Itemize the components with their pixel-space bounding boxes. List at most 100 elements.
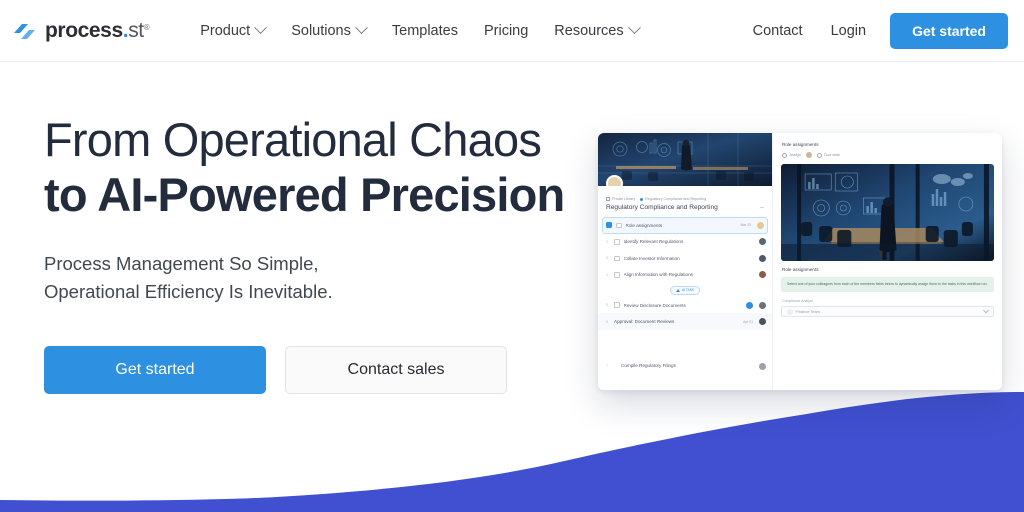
task-number: 3 [606,256,608,261]
nav-item-solutions[interactable]: Solutions [278,17,379,45]
task-assignee-avatar [759,238,766,246]
chevron-down-icon [355,21,368,35]
product-screenshot: Private Library Regulatory Compliance an… [598,133,1002,390]
task-label: Review Disclosure Documents [623,302,686,308]
workflow-dot-icon [640,197,644,201]
task-number: 4 [606,272,608,277]
chevron-down-icon [627,21,641,35]
breadcrumb-current[interactable]: Regulatory Compliance and Reporting [640,197,706,201]
chevron-down-icon [983,307,989,314]
task-due-date: Mar 25 [740,223,751,228]
header-actions: Contact Login Get started [739,12,1008,49]
panel-hero-image [781,164,994,261]
assigned-avatar [805,152,812,158]
process-st-logo-icon [12,20,38,42]
panel-controls: Assign Due date [781,152,994,158]
select-value: Finance Team [795,309,820,315]
subtitle-line-1: Process Management So Simple, [44,253,319,274]
compliance-analyst-select[interactable]: Finance Team [781,306,994,318]
hero-subtitle: Process Management So Simple, Operationa… [44,250,574,306]
nav-item-product[interactable]: Product [187,17,278,45]
task-row[interactable]: 4 Align Information with Regulations [598,267,772,284]
chevron-down-icon [254,21,268,35]
nav-label: Pricing [483,22,529,39]
workflow-owner-avatar [606,175,623,186]
hero-content: From Operational Chaos to AI-Powered Pre… [44,112,574,394]
task-assignee-avatar [759,301,766,309]
nav-label: Templates [391,22,458,39]
hero-cta-row: Get started Contact sales [44,346,574,394]
headline-line-1: From Operational Chaos [44,113,542,166]
task-assignee-avatar [757,221,764,229]
nav-item-templates[interactable]: Templates [379,17,471,45]
breadcrumb-library[interactable]: Private Library [606,197,635,201]
breadcrumb-current-label: Regulatory Compliance and Reporting [645,197,707,201]
task-label: Collate Investor Information [623,255,680,261]
task-number: 2 [606,239,608,244]
nav-item-pricing[interactable]: Pricing [471,17,541,45]
task-detail-panel: Role assignments Assign Due date Role as… [773,133,1002,390]
panel-title: Role assignments [782,142,819,147]
hero-get-started-button[interactable]: Get started [44,346,266,394]
task-row[interactable]: 5 Review Disclosure Documents [598,297,772,314]
logo-name: process [45,18,123,42]
task-number: 7 [606,364,608,369]
task-checkbox[interactable] [614,272,620,278]
task-row[interactable]: 7 Compile Regulatory Filings [598,358,772,375]
assign-control[interactable]: Assign [782,152,801,158]
logo-suffix: st [128,18,144,42]
task-row[interactable]: 6 Approval: Document Reviews Apr 01 [598,313,772,330]
breadcrumb: Private Library Regulatory Compliance an… [598,186,772,203]
task-checkbox[interactable] [614,302,620,308]
headline-line-2: to AI-Powered Precision [44,168,565,221]
ai-badge-label: AI TASK [682,288,694,293]
folder-icon [606,197,610,201]
field-label: Compliance Analyst [782,299,813,304]
hero-contact-sales-button[interactable]: Contact sales [285,346,507,394]
logo-registered-mark: ® [143,22,150,32]
nav-label: Product [200,22,251,39]
task-assignee-avatar [759,362,766,370]
task-label: Align Information with Regulations [623,272,693,278]
ai-task-badge-row: AI TASK [598,283,772,297]
logo-wordmark: process. st ® [45,18,150,43]
workflow-title: Regulatory Compliance and Reporting [606,204,718,211]
task-assignee-avatar [759,271,766,279]
nav-item-resources[interactable]: Resources [541,17,651,45]
task-number: 6 [606,319,608,324]
workflow-banner-image [598,133,772,186]
task-checkbox[interactable] [614,239,620,245]
workflow-checklist-panel: Private Library Regulatory Compliance an… [598,133,773,390]
panel-section-title: Role assignments [782,267,819,272]
task-label: Role assignments [625,222,663,228]
ai-assignee-icon [746,301,753,309]
task-row[interactable]: Role assignments Mar 25 [602,217,768,234]
task-status-icon [606,222,612,229]
task-row[interactable]: 2 Identify Relevant Regulations [598,234,772,251]
page-title: From Operational Chaos to AI-Powered Pre… [44,112,574,222]
panel-info-note: Select one of your colleagues from each … [781,277,994,293]
nav-link-login[interactable]: Login [817,17,880,45]
header-get-started-button[interactable]: Get started [890,12,1008,49]
task-checkbox[interactable] [614,255,620,261]
clock-icon [816,152,822,158]
logo[interactable]: process. st ® [12,18,150,43]
task-list: Role assignments Mar 25 2 Identify Relev… [598,217,772,390]
nav-link-contact[interactable]: Contact [739,17,817,45]
workflow-title-row: Regulatory Compliance and Reporting – [598,203,772,217]
task-assignee-avatar [759,254,766,262]
assign-label: Assign [789,153,801,157]
subtitle-line-2: Operational Efficiency Is Inevitable. [44,281,333,302]
due-date-label: Due date [824,153,840,157]
status-badge: AI TASK [670,286,700,295]
task-number: 5 [606,303,608,308]
task-assignee-avatar [759,318,766,326]
task-row[interactable]: 3 Collate Investor Information [598,250,772,267]
breadcrumb-library-label: Private Library [612,197,636,201]
person-icon [782,152,787,158]
nav-label: Resources [554,22,624,39]
task-checkbox[interactable] [616,222,622,228]
collapse-icon[interactable]: – [760,204,764,211]
due-date-control[interactable]: Due date [816,152,840,158]
main-nav: Product Solutions Templates Pricing Reso… [187,17,651,45]
